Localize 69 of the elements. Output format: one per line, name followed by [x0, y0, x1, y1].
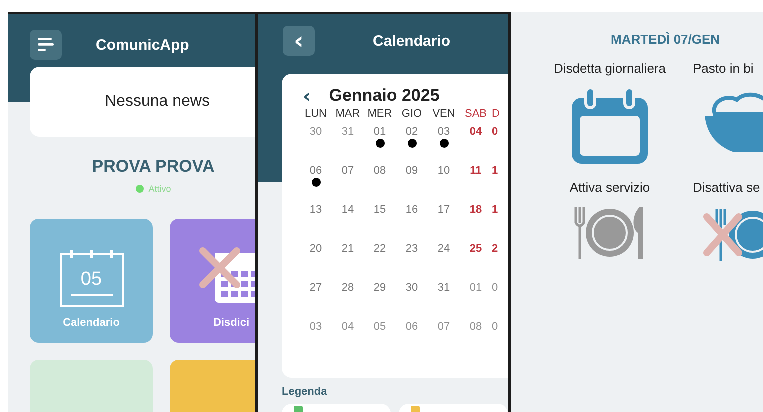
day-number[interactable]: 31 — [438, 282, 450, 294]
day-number[interactable]: 30 — [406, 282, 418, 294]
status-text: Attivo — [148, 184, 172, 194]
tile-label: Calendario — [63, 317, 120, 329]
day-number[interactable]: 25 — [470, 243, 482, 255]
day-number[interactable]: 14 — [342, 204, 354, 216]
day-number[interactable]: 1 — [492, 165, 498, 177]
news-text: Nessuna news — [105, 93, 210, 111]
day-number[interactable]: 13 — [310, 204, 322, 216]
day-number[interactable]: 03 — [438, 126, 450, 148]
day-number[interactable]: 23 — [406, 243, 418, 255]
day-number[interactable]: 08 — [374, 165, 386, 177]
weekday-label: LUN — [304, 108, 328, 122]
app-title: ComunicApp — [96, 36, 190, 54]
option-label: Disdetta giornaliera — [554, 61, 666, 76]
day-number[interactable]: 07 — [438, 321, 450, 333]
day-number[interactable]: 04 — [342, 321, 354, 333]
menu-tile[interactable]: Disdici — [170, 219, 255, 343]
weekday-label: D — [492, 108, 501, 122]
menu-icon — [38, 38, 54, 52]
month-title: Gennaio 2025 — [329, 86, 440, 106]
day-number[interactable]: 0 — [492, 126, 498, 138]
day-number[interactable]: 28 — [342, 282, 354, 294]
day-number[interactable]: 07 — [342, 165, 354, 177]
back-button[interactable]: ‹ — [283, 26, 315, 56]
day-number[interactable]: 27 — [310, 282, 322, 294]
option-label: Disattiva se — [693, 180, 760, 195]
day-number[interactable]: 24 — [438, 243, 450, 255]
day-number[interactable]: 05 — [374, 321, 386, 333]
day-number[interactable]: 29 — [374, 282, 386, 294]
day-number[interactable]: 1 — [492, 204, 498, 216]
option-label: Attiva servizio — [570, 180, 650, 195]
day-number[interactable]: 06 — [310, 165, 322, 187]
day-number[interactable]: 2 — [492, 243, 498, 255]
day-number[interactable]: 15 — [374, 204, 386, 216]
user-name: PROVA PROVA — [92, 157, 215, 177]
weekday-label: MAR — [334, 108, 362, 122]
day-number[interactable]: 16 — [406, 204, 418, 216]
option-label: Pasto in bi — [693, 61, 754, 76]
day-number[interactable]: 0 — [492, 282, 498, 294]
day-number[interactable]: 17 — [438, 204, 450, 216]
weekday-label: MER — [366, 108, 394, 122]
day-number[interactable]: 06 — [406, 321, 418, 333]
day-number[interactable]: 02 — [406, 126, 418, 148]
day-number[interactable]: 01 — [374, 126, 386, 148]
previous-month-button[interactable]: ‹ — [303, 87, 312, 105]
day-number[interactable]: 03 — [310, 321, 322, 333]
day-number[interactable]: 21 — [342, 243, 354, 255]
day-number[interactable]: 09 — [406, 165, 418, 177]
screen-title: Calendario — [373, 32, 451, 50]
weekday-label: GIO — [400, 108, 424, 122]
day-number[interactable]: 0 — [492, 321, 498, 333]
date-title: MARTEDÌ 07/GEN — [611, 32, 720, 47]
day-number[interactable]: 10 — [438, 165, 450, 177]
weekday-label: SAB — [464, 108, 488, 122]
day-number[interactable]: 20 — [310, 243, 322, 255]
day-number[interactable]: 30 — [310, 126, 322, 138]
day-number[interactable]: 11 — [470, 165, 482, 177]
menu-button[interactable] — [30, 30, 62, 60]
legend-heading: Legenda — [282, 386, 328, 398]
day-number[interactable]: 08 — [470, 321, 482, 333]
day-number[interactable]: 01 — [470, 282, 482, 294]
day-number[interactable]: 04 — [470, 126, 482, 138]
tile-label: Disdici — [213, 317, 250, 329]
day-number[interactable]: 22 — [374, 243, 386, 255]
weekday-label: VEN — [432, 108, 456, 122]
day-number[interactable]: 18 — [470, 204, 482, 216]
calendar-icon: 05 — [60, 253, 124, 307]
day-number[interactable]: 31 — [342, 126, 354, 138]
